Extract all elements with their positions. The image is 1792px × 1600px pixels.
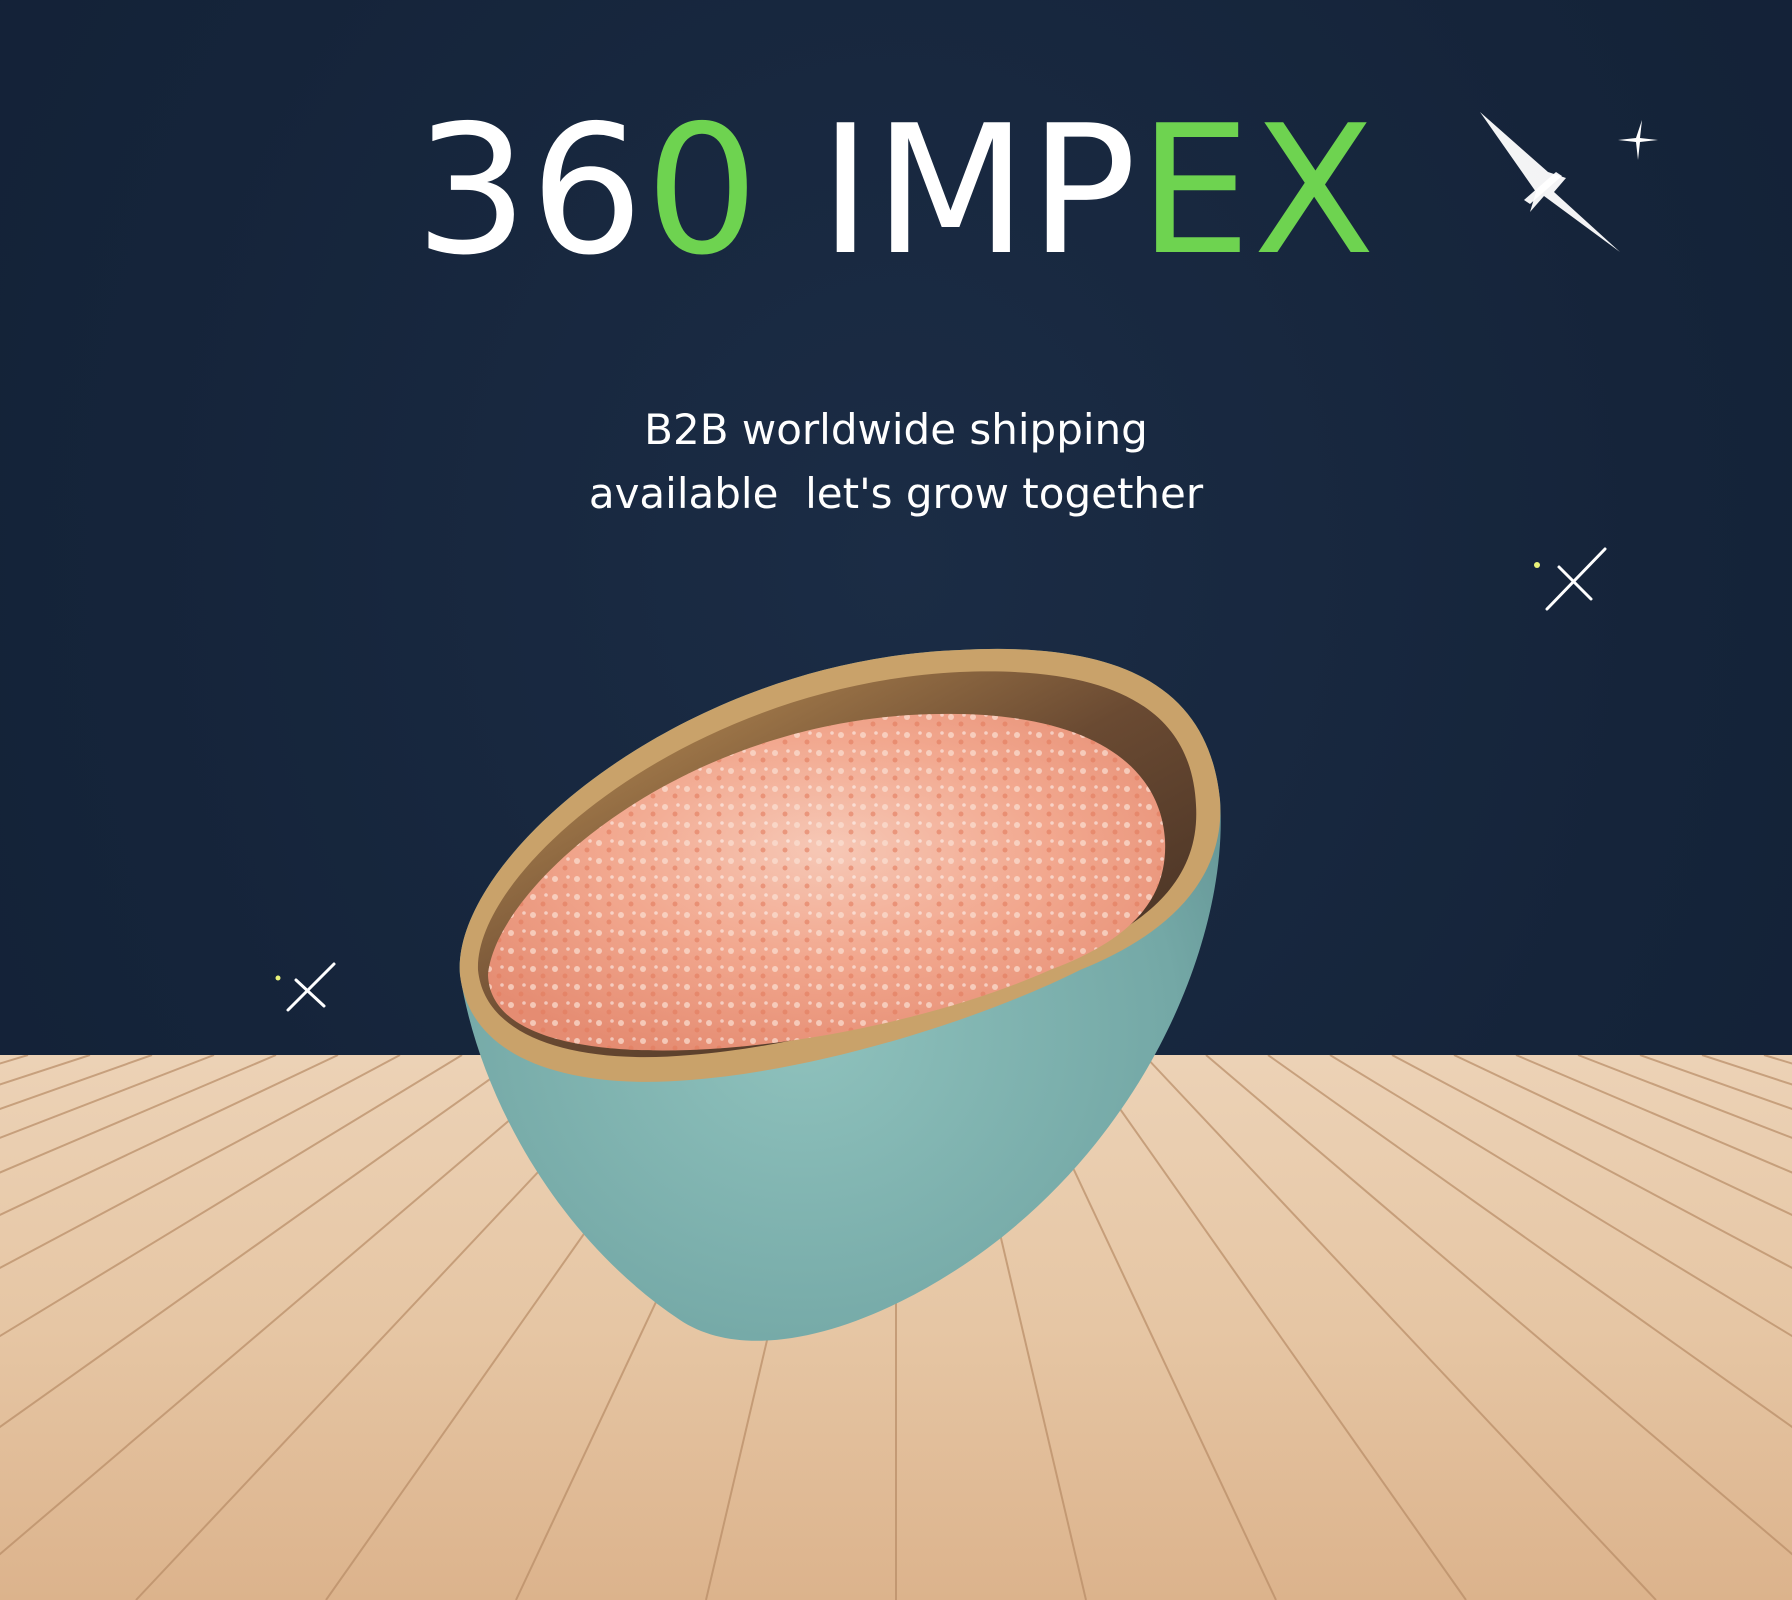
sparkle-icon: [1534, 547, 1607, 611]
logo-part-accent: 0: [645, 87, 761, 294]
tagline: B2B worldwide shipping available let's g…: [0, 398, 1792, 526]
logo-part: 36: [414, 87, 646, 294]
logo-part-accent: EX: [1138, 87, 1378, 294]
sparkle-icon: [275, 962, 336, 1012]
salt-bowl: [459, 648, 1221, 1341]
sparkle-icon: [1480, 112, 1658, 252]
tagline-line-2: available let's grow together: [588, 469, 1204, 518]
promo-banner: 360 IMPEX B2B worldwide shipping availab…: [0, 0, 1792, 1600]
tagline-line-1: B2B worldwide shipping: [644, 405, 1148, 454]
logo-part: IMP: [760, 87, 1139, 294]
